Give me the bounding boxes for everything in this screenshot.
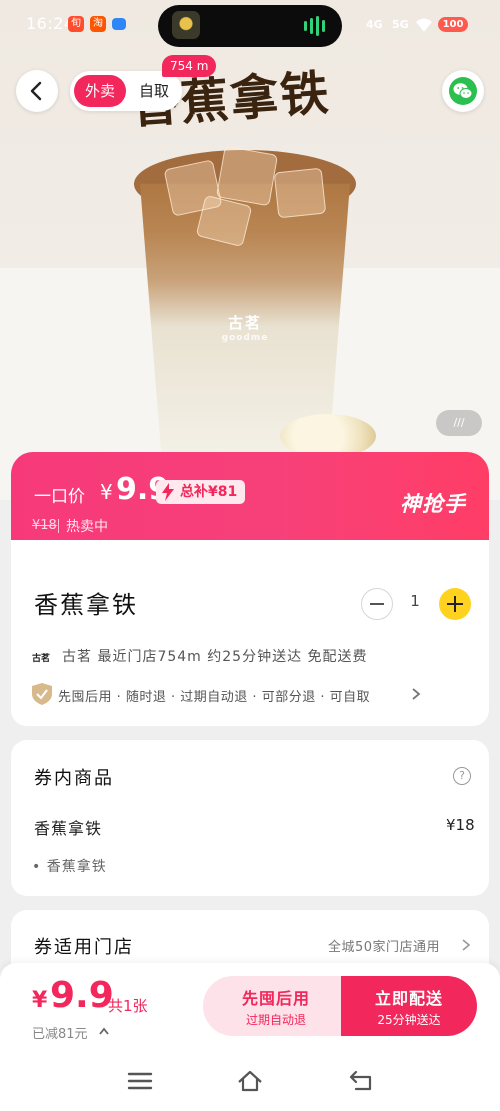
chevron-right-icon <box>412 688 421 700</box>
wechat-icon <box>449 77 477 105</box>
tab-pickup[interactable]: 自取 <box>128 75 180 107</box>
deliver-now-label: 立即配送 <box>374 989 443 1008</box>
coupon-item-price: ¥18 <box>446 816 475 834</box>
applicable-stores-note[interactable]: 全城50家门店通用 <box>328 936 440 955</box>
lightning-icon <box>162 483 174 501</box>
home-icon[interactable] <box>236 1068 264 1094</box>
app-notification-icon: 旬 <box>68 16 84 32</box>
buy-later-label: 先囤后用 <box>241 989 310 1008</box>
tab-delivery[interactable]: 外卖 <box>74 75 126 107</box>
audio-wave-icon <box>322 20 325 32</box>
cup-logo-en: goodme <box>221 333 269 343</box>
signal-icon: 5G <box>392 18 409 31</box>
cup-logo-cn: 古茗 <box>227 314 262 332</box>
quantity-value: 1 <box>410 592 420 610</box>
audio-wave-icon <box>310 18 313 34</box>
back-nav-icon[interactable] <box>348 1068 376 1094</box>
fixed-price-label: 一口价 <box>34 487 85 507</box>
original-price: ¥18 <box>32 518 57 533</box>
buy-later-sublabel: 过期自动退 <box>245 1013 306 1027</box>
buy-later-button[interactable]: 先囤后用 过期自动退 <box>203 976 349 1036</box>
taobao-notification-icon: 淘 <box>90 16 106 32</box>
product-name: 香蕉拿铁 <box>34 591 138 619</box>
applicable-stores-title: 券适用门店 <box>34 937 134 958</box>
chevron-up-icon[interactable] <box>98 1026 110 1036</box>
voucher-count: 共1张 <box>108 997 148 1015</box>
total-currency: ¥ <box>32 988 48 1013</box>
coupon-sub-item: • 香蕉拿铁 <box>32 859 107 875</box>
chevron-right-icon <box>462 939 470 951</box>
battery-icon: 100 <box>438 17 468 32</box>
ice-cube <box>215 145 279 207</box>
shield-icon <box>32 683 52 705</box>
price-currency: ¥ <box>100 480 113 504</box>
service-guarantees[interactable]: 先囤后用 · 随时退 · 过期自动退 · 可部分退 · 可自取 <box>58 686 370 705</box>
back-button[interactable] <box>16 70 58 112</box>
promo-brand-tag: 神抢手 <box>400 492 466 516</box>
app-notification-icon <box>112 18 126 30</box>
audio-wave-icon <box>304 21 307 31</box>
total-price: 9.9 <box>50 975 114 1016</box>
coupon-item-name: 香蕉拿铁 <box>34 819 103 838</box>
store-info: 古茗 最近门店754m 约25分钟送达 免配送费 <box>62 649 368 665</box>
coupon-contents-title: 券内商品 <box>34 768 114 789</box>
coupon-sub-item-label: 香蕉拿铁 <box>46 859 107 875</box>
menu-icon[interactable] <box>126 1068 154 1094</box>
store-logo: 古茗 <box>32 654 51 664</box>
deliver-now-button[interactable]: 立即配送 25分钟送达 <box>341 976 477 1036</box>
decrease-quantity-button[interactable] <box>361 588 393 620</box>
image-pager[interactable]: /// <box>436 410 482 436</box>
audio-wave-icon <box>316 16 319 36</box>
distance-badge: 754 m <box>162 55 217 77</box>
wechat-share-button[interactable] <box>442 70 484 112</box>
signal-icon: 4G <box>366 18 383 31</box>
saved-amount[interactable]: 已减81元 <box>32 1023 88 1042</box>
music-artwork-icon <box>172 11 200 39</box>
increase-quantity-button[interactable] <box>439 588 471 620</box>
sale-status: 热卖中 <box>66 519 108 535</box>
back-arrow-icon <box>30 81 42 101</box>
ice-cube <box>273 167 327 219</box>
deliver-now-sublabel: 25分钟送达 <box>377 1013 441 1027</box>
wifi-icon <box>416 18 432 32</box>
help-icon[interactable]: ? <box>453 767 471 785</box>
divider <box>58 519 59 533</box>
cup-logo: 古茗 goodme <box>210 312 280 343</box>
